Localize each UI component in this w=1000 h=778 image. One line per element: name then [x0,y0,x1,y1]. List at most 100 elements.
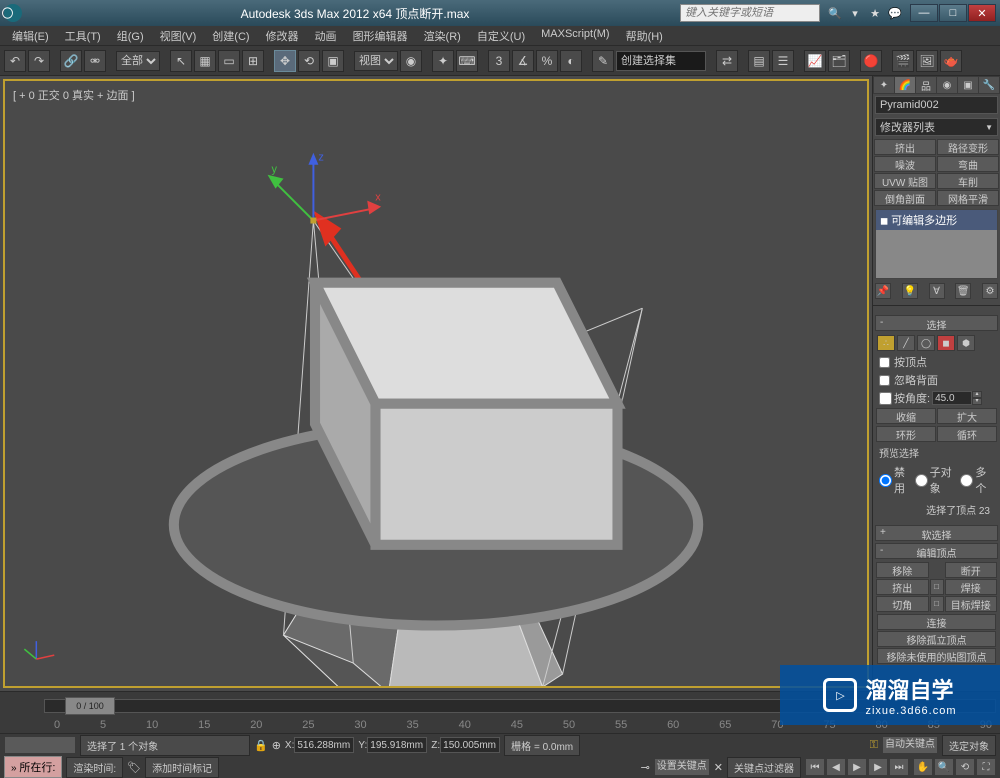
setkey-button[interactable]: 设置关键点 [654,758,710,776]
grow-button[interactable]: 扩大 [937,408,997,424]
play-button[interactable]: ▶ [847,758,867,776]
stack-show-button[interactable]: 💡 [902,283,918,299]
mod-btn-lathe[interactable]: 车削 [937,173,999,189]
mod-btn-extrude[interactable]: 挤出 [874,139,936,155]
preview-subobj-radio[interactable] [915,474,928,487]
layer-button[interactable]: ☰ [772,50,794,72]
link-button[interactable]: 🔗 [60,50,82,72]
menu-customize[interactable]: 自定义(U) [469,26,533,45]
tag-icon[interactable]: 🏷 [127,761,141,774]
percent-snap-toggle[interactable]: % [536,50,558,72]
menu-render[interactable]: 渲染(R) [416,26,469,45]
chamfer-opt[interactable]: □ [930,596,944,612]
loop-button[interactable]: 循环 [937,426,997,442]
key-icon[interactable]: ⚿ [870,739,878,752]
search-icon[interactable]: 🔍 [826,4,844,22]
curve-editor-button[interactable]: 📈 [804,50,826,72]
menu-group[interactable]: 组(G) [109,26,152,45]
shrink-button[interactable]: 收缩 [876,408,936,424]
tab-modify[interactable]: 🌈 [895,77,915,93]
stack-unique-button[interactable]: ∀ [929,283,945,299]
stack-item-epoly[interactable]: ◼ 可编辑多边形 [876,210,997,230]
tab-create[interactable]: ✦ [874,77,894,93]
render-button[interactable]: 🫖 [940,50,962,72]
tab-utilities[interactable]: 🔧 [979,77,999,93]
selkey-dropdown[interactable]: 选定对象 [942,735,996,756]
align-button[interactable]: ▤ [748,50,770,72]
maximize-button[interactable]: □ [939,4,967,22]
target-weld-button[interactable]: 目标焊接 [945,596,998,612]
help-search-input[interactable] [680,4,820,22]
spinner-snap-toggle[interactable]: ◐ [560,50,582,72]
select-button[interactable]: ↖ [170,50,192,72]
menu-modifiers[interactable]: 修改器 [258,26,307,45]
menu-animation[interactable]: 动画 [307,26,345,45]
menu-view[interactable]: 视图(V) [152,26,205,45]
render-setup-button[interactable]: 🎬 [892,50,914,72]
rotate-button[interactable]: ⟲ [298,50,320,72]
edit-named-sel-button[interactable]: ✎ [592,50,614,72]
preview-disable-radio[interactable] [879,474,892,487]
setkey-icon[interactable]: ⊸ [641,761,650,774]
by-angle-check[interactable] [879,392,892,405]
subobj-vertex[interactable]: ∴ [877,335,895,351]
ignore-backface-check[interactable] [879,375,890,386]
minimize-button[interactable]: — [910,4,938,22]
speech-icon[interactable]: 💬 [886,4,904,22]
remove-button[interactable]: 移除 [876,562,929,578]
ring-button[interactable]: 环形 [876,426,936,442]
goto-start-button[interactable]: ⏮ [805,758,825,776]
stack-config-button[interactable]: ⚙ [982,283,998,299]
mod-btn-uvw[interactable]: UVW 贴图 [874,173,936,189]
coord-mode-icon[interactable]: ⊕ [272,739,281,752]
remove-unused-button[interactable]: 移除未使用的贴图顶点 [877,648,996,664]
mod-btn-meshsmooth[interactable]: 网格平滑 [937,190,999,206]
extrude-button[interactable]: 挤出 [876,579,929,595]
rollout-selection-header[interactable]: 选择 [875,315,998,331]
help-dropdown-icon[interactable]: ▾ [846,4,864,22]
scale-button[interactable]: ▣ [322,50,344,72]
menu-create[interactable]: 创建(C) [204,26,257,45]
break-button[interactable]: 断开 [945,562,998,578]
next-frame-button[interactable]: ▶ [868,758,888,776]
menu-tools[interactable]: 工具(T) [57,26,109,45]
autokey-button[interactable]: 自动关键点 [882,736,938,754]
undo-button[interactable]: ↶ [4,50,26,72]
viewport[interactable]: [ + 0 正交 0 真实 + 边面 ] [4,80,868,687]
tab-hierarchy[interactable]: 品 [916,77,936,93]
rollout-softsel-header[interactable]: 软选择 [875,525,998,541]
weld-button[interactable]: 焊接 [945,579,998,595]
select-region-button[interactable]: ▭ [218,50,240,72]
subobj-polygon[interactable]: ◼ [937,335,955,351]
star-icon[interactable]: ★ [866,4,884,22]
named-selset-dropdown[interactable]: 创建选择集 [616,51,706,71]
y-coord[interactable] [367,737,427,753]
material-editor-button[interactable]: 🔴 [860,50,882,72]
z-coord[interactable] [440,737,500,753]
prev-frame-button[interactable]: ◀ [826,758,846,776]
schematic-button[interactable]: 🗂 [828,50,850,72]
object-name-field[interactable] [875,96,998,114]
tab-display[interactable]: ▣ [958,77,978,93]
menu-edit[interactable]: 编辑(E) [4,26,57,45]
pivot-button[interactable]: ◉ [400,50,422,72]
refcoord-dropdown[interactable]: 视图 [354,51,398,71]
connect-button[interactable]: 连接 [877,614,996,630]
lock-icon[interactable]: 🔒 [254,739,268,752]
manipulate-button[interactable]: ✦ [432,50,454,72]
menu-help[interactable]: 帮助(H) [618,26,671,45]
add-marker[interactable]: 添加时间标记 [145,757,219,778]
mod-btn-bend[interactable]: 弯曲 [937,156,999,172]
modifier-list-dropdown[interactable]: 修改器列表 [875,118,998,136]
angle-snap-toggle[interactable]: ∡ [512,50,534,72]
unlink-button[interactable]: ⚮ [84,50,106,72]
window-crossing-button[interactable]: ⊞ [242,50,264,72]
extrude-opt[interactable]: □ [930,579,944,595]
menu-graph[interactable]: 图形编辑器 [345,26,416,45]
subobj-border[interactable]: ◯ [917,335,935,351]
angle-spinner[interactable] [932,391,972,405]
redo-button[interactable]: ↷ [28,50,50,72]
keyfilter-icon[interactable]: ✕ [714,761,723,774]
viewcube[interactable] [5,81,867,686]
x-coord[interactable] [294,737,354,753]
